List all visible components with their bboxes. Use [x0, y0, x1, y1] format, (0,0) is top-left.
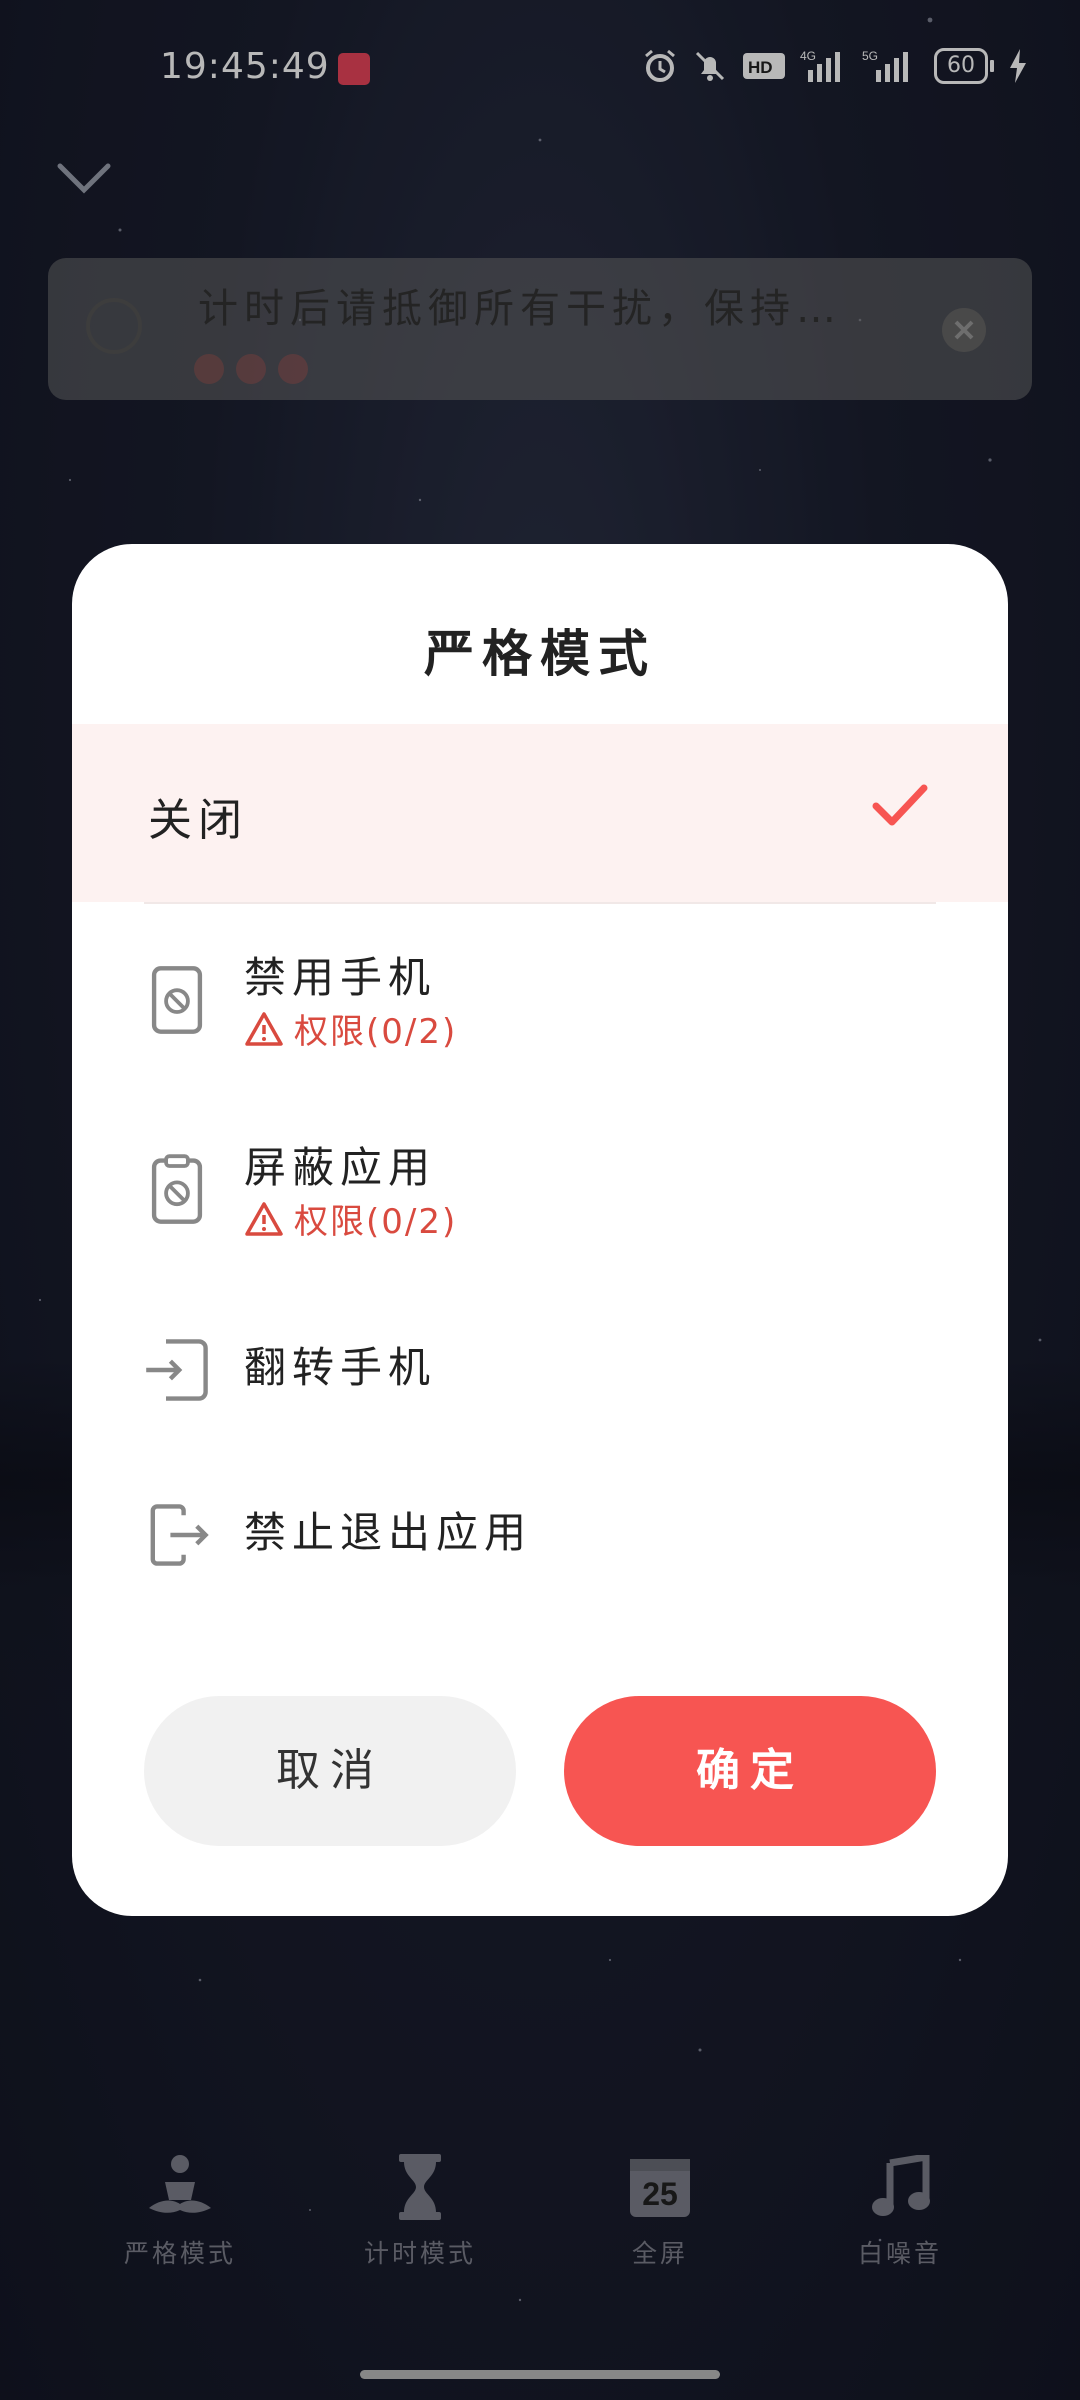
option-disable-phone[interactable]: 禁用手机 权限(0/2): [72, 944, 1008, 1094]
strict-mode-dialog: 严格模式 关闭 禁用手机 权限(0/2) 屏蔽应用 权限(0/2) 翻转手机 禁…: [72, 544, 1008, 1916]
dialog-title: 严格模式: [424, 625, 656, 683]
cancel-button[interactable]: 取消: [144, 1696, 516, 1846]
option-prevent-exit[interactable]: 禁止退出应用: [72, 1499, 1008, 1649]
confirm-button[interactable]: 确定: [564, 1696, 936, 1846]
option-label: 关闭: [148, 795, 248, 846]
checkmark-icon: [872, 784, 928, 826]
option-label: 禁用手机: [244, 953, 437, 1002]
permission-text: 权限(0/2): [294, 1202, 458, 1242]
option-label: 屏蔽应用: [244, 1143, 437, 1192]
permission-text: 权限(0/2): [294, 1012, 458, 1052]
option-label: 翻转手机: [244, 1343, 437, 1392]
flip-phone-icon: [146, 1339, 208, 1401]
permission-warning[interactable]: 权限(0/2): [244, 1004, 457, 1053]
permission-warning[interactable]: 权限(0/2): [244, 1194, 457, 1243]
option-flip-phone[interactable]: 翻转手机: [72, 1334, 1008, 1484]
divider: [144, 902, 936, 904]
warning-icon: [245, 1201, 283, 1236]
option-off[interactable]: 关闭: [72, 724, 1008, 902]
warning-icon: [245, 1011, 283, 1046]
exit-app-icon: [150, 1504, 209, 1566]
phone-ban-icon: [151, 966, 203, 1034]
clipboard-ban-icon: [151, 1154, 203, 1224]
option-block-apps[interactable]: 屏蔽应用 权限(0/2): [72, 1134, 1008, 1284]
option-label: 禁止退出应用: [244, 1508, 533, 1557]
